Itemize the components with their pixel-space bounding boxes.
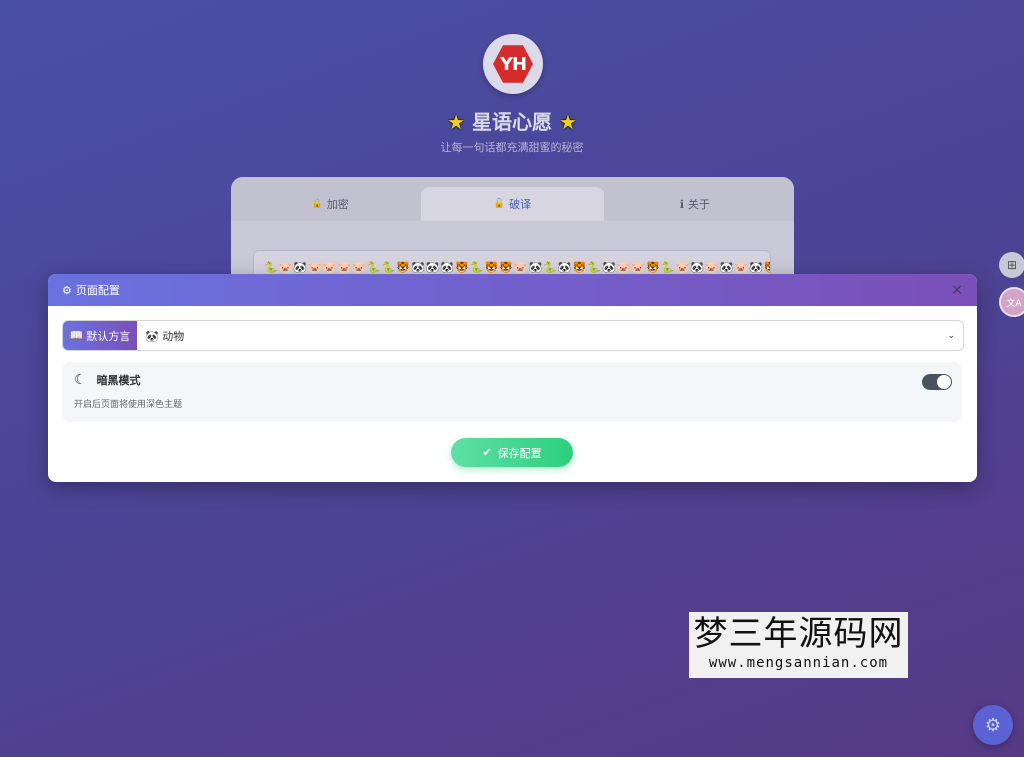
chevron-down-icon: ⌄ <box>947 330 955 341</box>
toggle-knob <box>937 375 951 389</box>
star-icon: ★ <box>447 110 466 134</box>
tab-label: 破译 <box>509 198 532 211</box>
dark-mode-toggle[interactable] <box>922 374 952 390</box>
close-icon[interactable]: × <box>951 282 963 298</box>
grid-icon[interactable]: ⊞ <box>999 252 1024 278</box>
moon-icon: ☾ <box>74 372 87 388</box>
tab-label: 关于 <box>687 198 710 211</box>
gear-icon: ⚙ <box>62 283 72 297</box>
dialect-selected-text: 动物 <box>162 329 185 343</box>
panda-icon: 🐼 <box>145 329 159 343</box>
page-title: ★ 星语心愿 ★ <box>0 106 1024 135</box>
translate-icon[interactable]: 文A <box>999 287 1024 317</box>
tab-bar: 🔒 加密 🔓 破译 ℹ 关于 <box>231 177 794 221</box>
watermark-url: www.mengsannian.com <box>708 655 889 671</box>
check-icon: ✔ <box>482 447 492 459</box>
dialect-selected: 🐼 动物 <box>145 328 184 344</box>
logo: YH <box>483 34 543 94</box>
watermark: 梦三年源码网 www.mengsannian.com <box>689 612 908 678</box>
lock-icon: 🔒 <box>311 199 323 209</box>
info-icon: ℹ <box>679 197 684 211</box>
dark-mode-description: 开启后页面将使用深色主题 <box>74 400 183 410</box>
settings-fab-gear-icon[interactable]: ⚙ <box>973 705 1013 745</box>
modal-title: ⚙ 页面配置 <box>62 282 120 298</box>
save-config-button[interactable]: ✔ 保存配置 <box>451 438 573 467</box>
book-icon: 📖 <box>69 329 84 342</box>
title-text: 星语心愿 <box>472 110 552 134</box>
star-icon: ★ <box>558 110 577 134</box>
dark-mode-label: 暗黑模式 <box>96 374 141 387</box>
page-subtitle: 让每一句话都充满甜蜜的秘密 <box>440 141 584 154</box>
dark-mode-setting: ☾ 暗黑模式 开启后页面将使用深色主题 <box>62 362 962 422</box>
save-label: 保存配置 <box>497 447 542 460</box>
config-modal: ⚙ 页面配置 × 📖 默认方言 🐼 动物 ⌄ ☾ 暗黑模式 开启后页面将使用深色… <box>48 274 977 482</box>
tab-about[interactable]: ℹ 关于 <box>604 187 786 221</box>
tab-encrypt[interactable]: 🔒 加密 <box>239 187 421 221</box>
logo-badge: YH <box>493 45 533 83</box>
watermark-text: 梦三年源码网 <box>693 614 904 654</box>
dialect-select-group: 📖 默认方言 🐼 动物 ⌄ <box>62 320 964 351</box>
dialect-label: 📖 默认方言 <box>63 321 137 350</box>
unlock-icon: 🔓 <box>493 199 506 209</box>
modal-title-text: 页面配置 <box>75 284 120 297</box>
dark-mode-title: ☾ 暗黑模式 <box>74 372 950 388</box>
modal-header: ⚙ 页面配置 × <box>48 274 977 306</box>
dialect-select[interactable]: 🐼 动物 ⌄ <box>137 321 963 350</box>
tab-label: 加密 <box>326 198 349 211</box>
tab-decrypt[interactable]: 🔓 破译 <box>421 187 604 221</box>
dialect-label-text: 默认方言 <box>86 329 131 343</box>
